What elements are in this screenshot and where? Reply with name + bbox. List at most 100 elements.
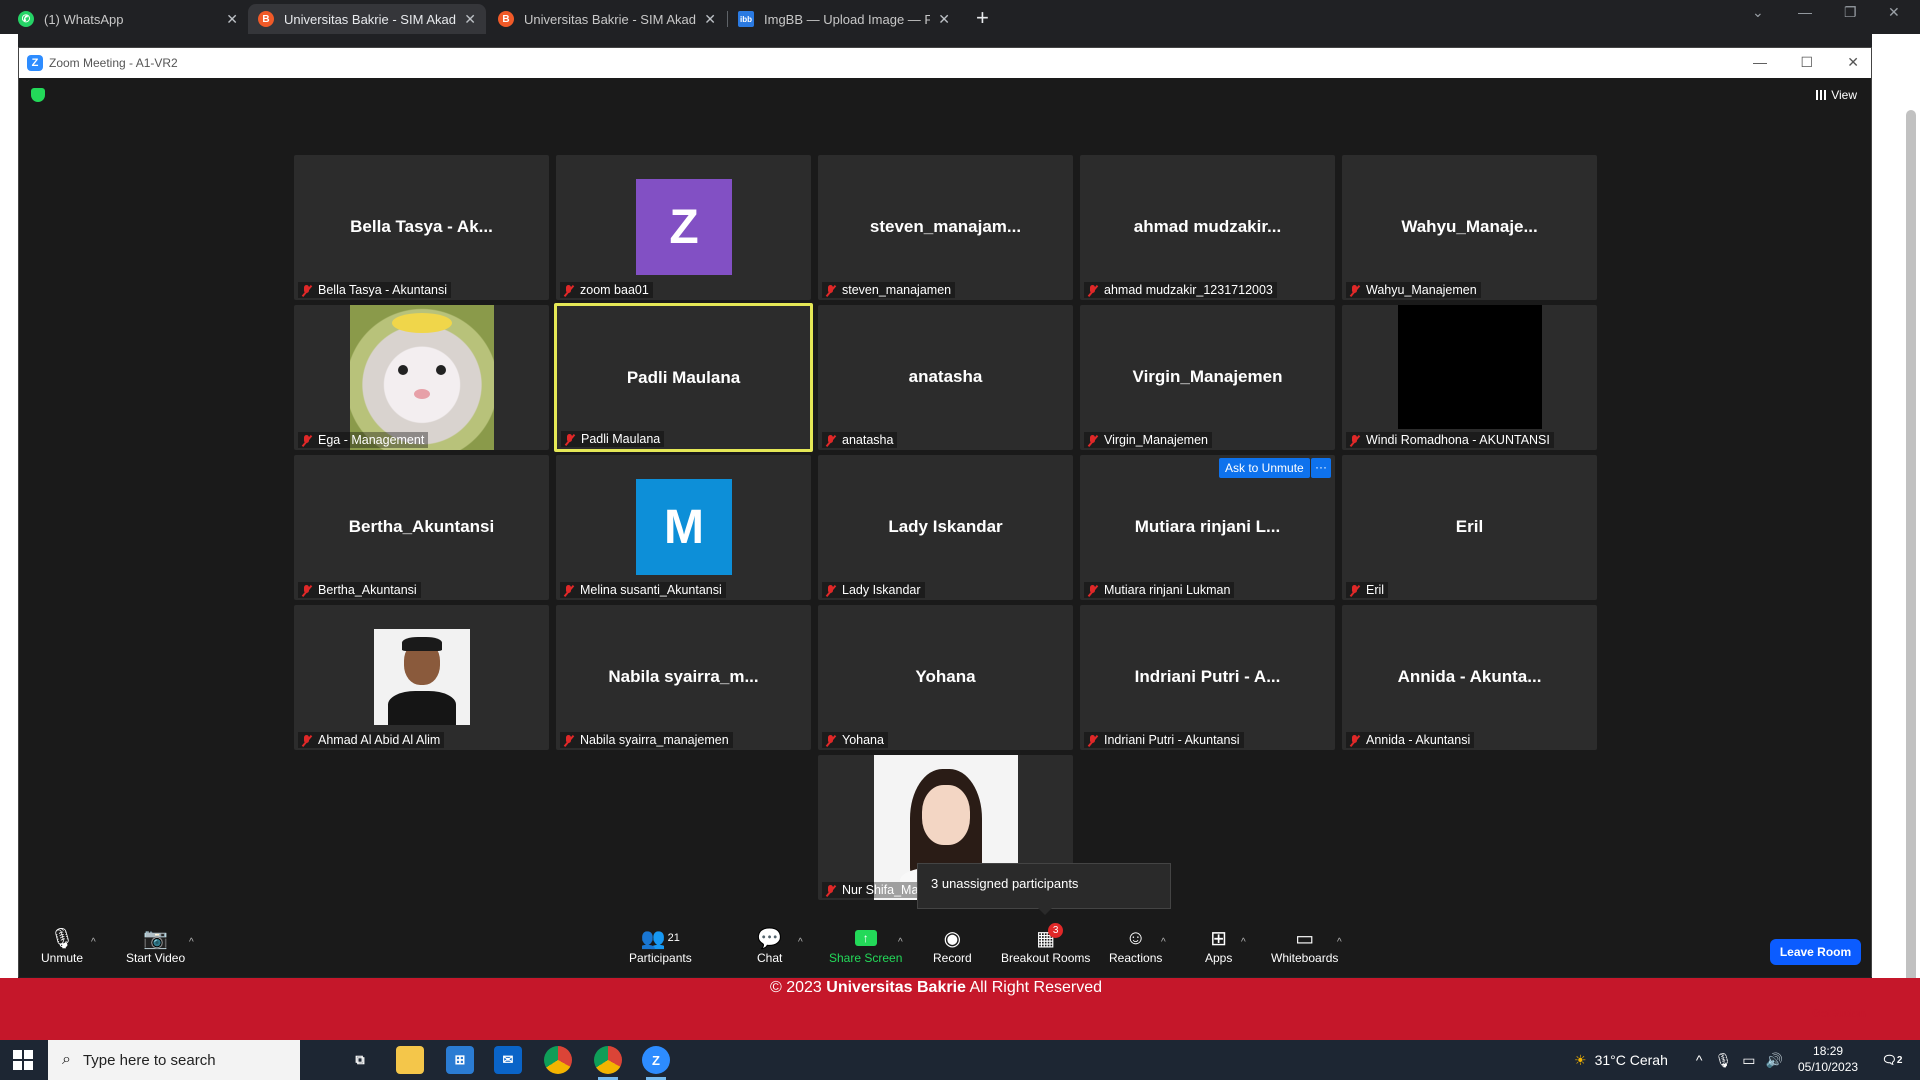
participants-button[interactable]: 👥 21 Participants <box>629 925 692 966</box>
tab-whatsapp[interactable]: ✆ (1) WhatsApp ✕ <box>8 4 248 34</box>
whiteboards-options-caret[interactable]: ^ <box>1337 937 1342 948</box>
task-view-icon[interactable]: ⧉ <box>346 1046 374 1074</box>
close-icon[interactable]: ✕ <box>226 11 238 28</box>
participant-tile[interactable]: Yohana Yohana <box>818 605 1073 750</box>
record-icon: ◉ <box>943 927 962 950</box>
participant-tile[interactable]: Bertha_Akuntansi Bertha_Akuntansi <box>294 455 549 600</box>
muted-mic-icon <box>562 734 575 747</box>
minimize-icon[interactable]: — <box>1798 4 1812 20</box>
unmute-button[interactable]: 🎙 Unmute <box>41 925 83 966</box>
network-icon[interactable]: ▭ <box>1742 1052 1755 1069</box>
share-options-caret[interactable]: ^ <box>898 937 903 948</box>
ask-to-unmute-button[interactable]: Ask to Unmute <box>1219 458 1310 478</box>
mail-icon[interactable]: ✉ <box>494 1046 522 1074</box>
video-options-caret[interactable]: ^ <box>189 937 194 948</box>
start-video-label: Start Video <box>126 951 186 965</box>
new-tab-button[interactable]: + <box>976 5 989 31</box>
participant-tile[interactable]: Lady Iskandar Lady Iskandar <box>818 455 1073 600</box>
participant-tile[interactable]: Ega - Management <box>294 305 549 450</box>
zoom-logo-icon: Z <box>27 55 43 71</box>
weather-icon: ☀ <box>1574 1051 1587 1068</box>
weather-text[interactable]: 31°C Cerah <box>1595 1052 1668 1068</box>
muted-mic-icon: 🎙 <box>49 927 75 950</box>
close-window-icon[interactable]: ✕ <box>1888 4 1900 21</box>
participant-display-name: Nabila syairra_m... <box>608 667 759 686</box>
chevron-up-icon[interactable]: ^ <box>1696 1052 1703 1068</box>
participant-tile[interactable]: Nabila syairra_m... Nabila syairra_manaj… <box>556 605 811 750</box>
more-options-button[interactable]: ··· <box>1311 458 1331 478</box>
participant-tile[interactable]: ahmad mudzakir... ahmad mudzakir_1231712… <box>1080 155 1335 300</box>
participant-display-name: Eril <box>1455 517 1484 536</box>
notification-icon[interactable]: 🗨 2 <box>1878 1046 1906 1074</box>
volume-icon[interactable]: 🔊 <box>1765 1052 1782 1069</box>
webpage-background <box>0 34 18 1040</box>
start-video-button[interactable]: 📷 Start Video <box>126 925 186 966</box>
participant-tile[interactable]: Wahyu_Manaje... Wahyu_Manajemen <box>1342 155 1597 300</box>
participant-tile-active-speaker[interactable]: Padli Maulana Padli Maulana <box>554 303 813 452</box>
close-icon[interactable]: ✕ <box>464 11 476 28</box>
muted-mic-icon <box>824 884 837 897</box>
zoom-titlebar: Z Zoom Meeting - A1-VR2 — ☐ ✕ <box>19 48 1871 78</box>
microphone-icon[interactable]: 🎙 <box>1714 1052 1732 1069</box>
notification-count: 2 <box>1896 1054 1903 1066</box>
muted-mic-icon <box>300 584 313 597</box>
reactions-options-caret[interactable]: ^ <box>1161 937 1166 948</box>
eye <box>436 365 446 375</box>
store-icon[interactable]: ⊞ <box>446 1046 474 1074</box>
share-screen-button[interactable]: ↑ Share Screen <box>829 925 902 965</box>
participant-tile[interactable]: Z zoom baa01 <box>556 155 811 300</box>
breakout-rooms-button[interactable]: ▦ 3 Breakout Rooms <box>1001 923 1090 965</box>
windows-start-icon[interactable] <box>13 1050 33 1070</box>
participant-name: Ahmad Al Abid Al Alim <box>318 733 441 747</box>
participant-display-name: Annida - Akunta... <box>1397 667 1542 686</box>
leave-room-button[interactable]: Leave Room <box>1770 939 1861 965</box>
tab-bakrie-active[interactable]: B Universitas Bakrie - SIM Akadem ✕ <box>248 4 486 34</box>
audio-options-caret[interactable]: ^ <box>91 937 96 948</box>
black-video <box>1398 305 1542 429</box>
tab-imgbb[interactable]: ibb ImgBB — Upload Image — Free ✕ <box>728 4 960 34</box>
tab-search-icon[interactable]: ⌄ <box>1752 4 1764 21</box>
close-icon[interactable]: ✕ <box>938 11 950 28</box>
chat-button[interactable]: 💬 Chat <box>757 925 783 966</box>
whiteboards-button[interactable]: ▭ Whiteboards <box>1271 925 1338 966</box>
reactions-button[interactable]: ☺ Reactions <box>1109 925 1162 966</box>
chrome-profile-icon[interactable] <box>594 1046 622 1080</box>
close-icon[interactable]: ✕ <box>704 11 716 28</box>
zoom-taskbar-icon[interactable]: Z <box>642 1046 670 1080</box>
participant-tile[interactable]: Annida - Akunta... Annida - Akuntansi <box>1342 605 1597 750</box>
page-scrollbar[interactable] <box>1906 110 1916 1030</box>
system-tray: ☀ 31°C Cerah ^ 🎙 ▭ 🔊 <box>1574 1040 1783 1080</box>
whatsapp-icon: ✆ <box>18 11 34 27</box>
maximize-icon[interactable]: ☐ <box>1800 54 1813 71</box>
getbutton-label[interactable]: GetButton <box>1812 1008 1866 1020</box>
participant-tile[interactable]: Windi Romadhona - AKUNTANSI <box>1342 305 1597 450</box>
chat-options-caret[interactable]: ^ <box>798 937 803 948</box>
participant-name: Eril <box>1366 583 1385 597</box>
participant-label: Nur Shifa_Ma <box>822 882 923 898</box>
participant-tile[interactable]: steven_manajam... steven_manajamen <box>818 155 1073 300</box>
participant-name: Nur Shifa_Ma <box>842 883 919 897</box>
system-clock[interactable]: 18:29 05/10/2023 <box>1798 1043 1858 1075</box>
participant-tile[interactable]: anatasha anatasha <box>818 305 1073 450</box>
apps-button[interactable]: ⊞ Apps <box>1205 925 1232 966</box>
participant-tile[interactable]: Bella Tasya - Ak... Bella Tasya - Akunta… <box>294 155 549 300</box>
tab-bakrie[interactable]: B Universitas Bakrie - SIM Akadem ✕ <box>488 4 726 34</box>
chat-icon: 💬 <box>757 927 783 950</box>
security-shield-icon[interactable] <box>31 88 45 102</box>
participant-tile[interactable]: M Melina susanti_Akuntansi <box>556 455 811 600</box>
chrome-icon[interactable] <box>544 1046 572 1074</box>
participant-tile[interactable]: Indriani Putri - A... Indriani Putri - A… <box>1080 605 1335 750</box>
restore-icon[interactable]: ❐ <box>1844 4 1857 21</box>
record-button[interactable]: ◉ Record <box>933 925 972 966</box>
minimize-icon[interactable]: — <box>1753 54 1767 70</box>
participant-tile[interactable]: Eril Eril <box>1342 455 1597 600</box>
apps-options-caret[interactable]: ^ <box>1241 937 1246 948</box>
participant-tile[interactable]: Ahmad Al Abid Al Alim <box>294 605 549 750</box>
copyright-suffix: All Right Reserved <box>965 979 1102 996</box>
browser-tab-strip: ✆ (1) WhatsApp ✕ B Universitas Bakrie - … <box>0 0 1920 34</box>
file-explorer-icon[interactable] <box>396 1046 424 1074</box>
close-icon[interactable]: ✕ <box>1847 54 1859 71</box>
taskbar-search-input[interactable]: ⌕ Type here to search <box>48 1040 300 1080</box>
view-button[interactable]: View <box>1816 88 1857 102</box>
participant-tile[interactable]: Virgin_Manajemen Virgin_Manajemen <box>1080 305 1335 450</box>
